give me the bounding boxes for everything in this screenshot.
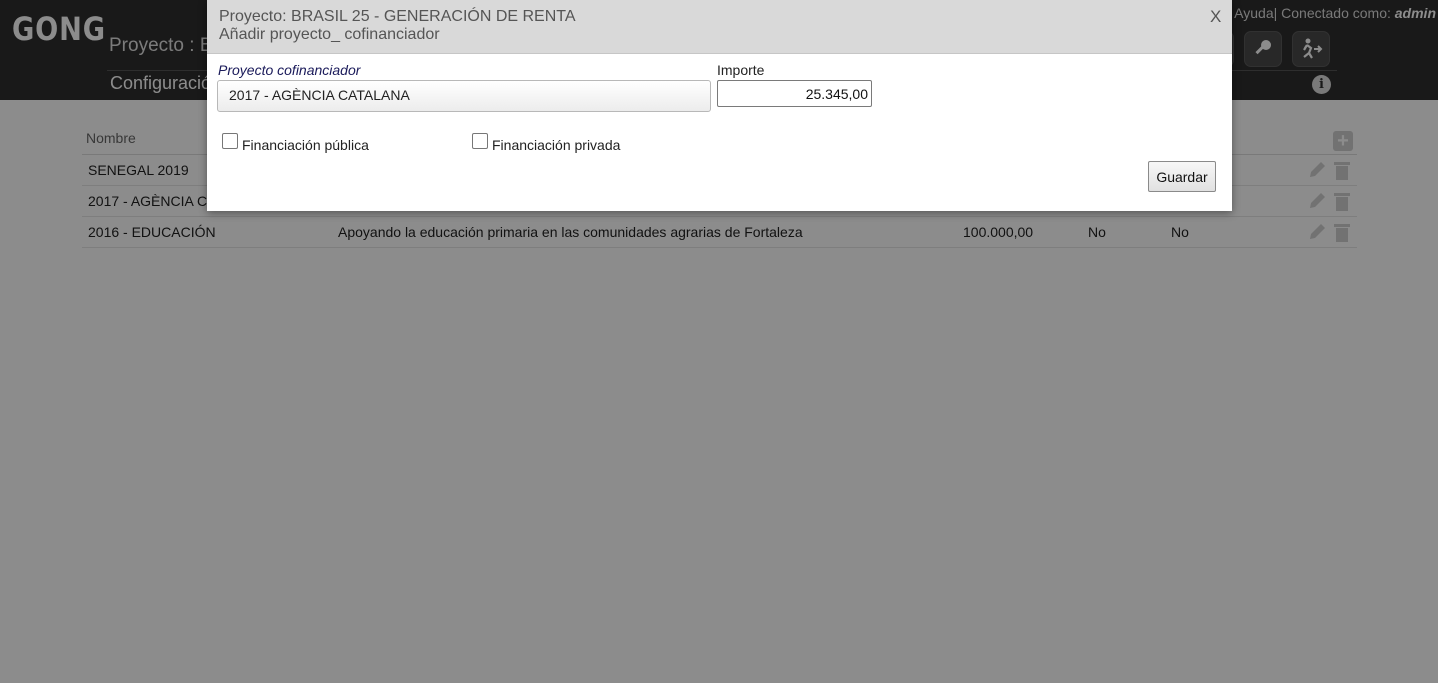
project-cofinanciador-select[interactable]: 2017 - AGÈNCIA CATALANA: [217, 80, 711, 112]
dialog-subtitle: Añadir proyecto_ cofinanciador: [219, 26, 440, 43]
project-cofinanciador-label: Proyecto cofinanciador: [218, 62, 361, 78]
dialog-title: Proyecto: BRASIL 25 - GENERACIÓN DE RENT…: [219, 8, 576, 25]
dialog-header: Proyecto: BRASIL 25 - GENERACIÓN DE RENT…: [207, 0, 1232, 54]
close-button[interactable]: X: [1210, 7, 1221, 27]
add-cofinanciador-dialog: Proyecto: BRASIL 25 - GENERACIÓN DE RENT…: [207, 0, 1232, 211]
private-financing-checkbox[interactable]: [472, 133, 488, 149]
public-financing-label: Financiación pública: [242, 137, 369, 153]
amount-label: Importe: [717, 62, 765, 78]
save-button[interactable]: Guardar: [1148, 161, 1216, 192]
public-financing-checkbox[interactable]: [222, 133, 238, 149]
amount-input[interactable]: [717, 80, 872, 107]
private-financing-label: Financiación privada: [492, 137, 621, 153]
